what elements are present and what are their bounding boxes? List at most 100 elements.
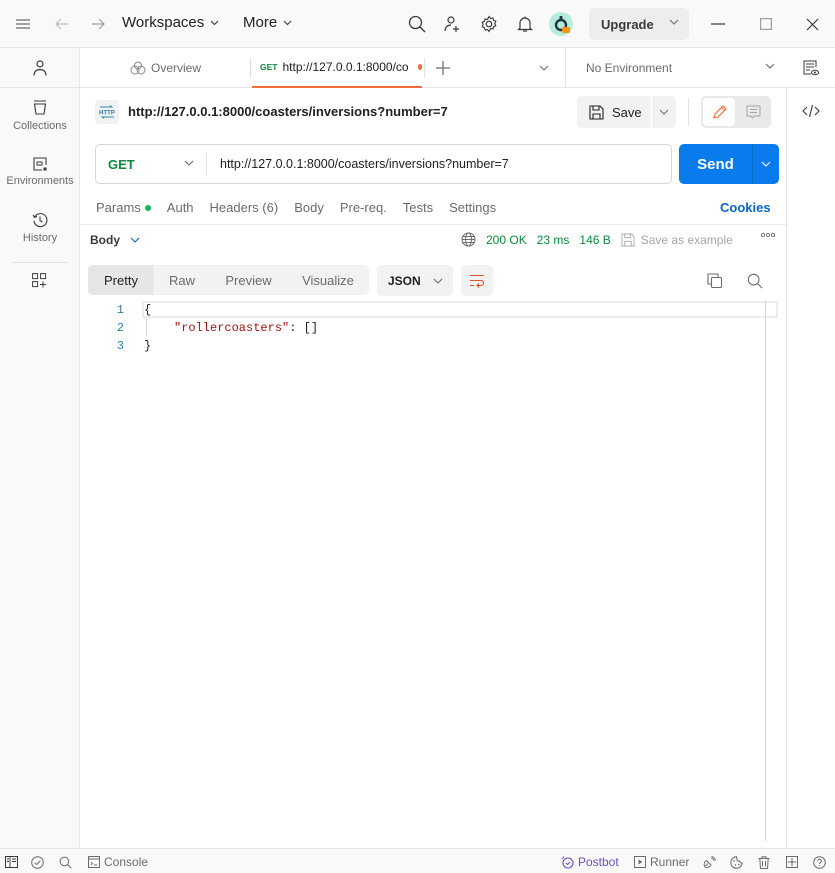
user-avatar[interactable] [549, 12, 573, 36]
copy-button[interactable] [704, 270, 726, 292]
response-section-selector[interactable]: Body [90, 233, 140, 247]
cookies-button[interactable] [730, 854, 743, 870]
environment-quick-look-button[interactable] [803, 48, 819, 88]
url-input[interactable] [220, 145, 660, 183]
response-time[interactable]: 23 ms [537, 233, 570, 247]
environment-quick-look-icon [803, 60, 819, 76]
wrap-lines-button[interactable] [461, 265, 493, 296]
view-tab-preview[interactable]: Preview [210, 265, 287, 295]
minimize-window-icon[interactable] [706, 12, 730, 36]
response-size[interactable]: 146 B [579, 233, 610, 247]
tab-settings[interactable]: Settings [449, 200, 496, 215]
status-bar: Console Postbot Runner [0, 848, 835, 873]
chevron-down-icon [184, 160, 194, 166]
tabs-overflow-button[interactable] [539, 48, 549, 88]
close-window-icon[interactable] [800, 12, 824, 36]
comments-mode-button[interactable] [737, 98, 769, 126]
send-button[interactable]: Send [679, 144, 752, 184]
save-icon [621, 232, 635, 247]
apps-add-icon [32, 273, 47, 288]
tab-auth[interactable]: Auth [167, 200, 194, 215]
save-button[interactable]: Save [577, 96, 651, 128]
sidebar-item-environments[interactable]: Environments [0, 144, 80, 200]
tab-separator [250, 58, 251, 78]
tab-request[interactable]: GET http://127.0.0.1:8000/co [252, 48, 422, 88]
method-selector[interactable]: GET [96, 145, 206, 183]
notifications-bell-icon[interactable] [513, 12, 537, 36]
http-request-icon: HTTP [95, 100, 119, 124]
format-selector[interactable]: JSON [377, 265, 453, 296]
layout-button[interactable] [786, 854, 798, 870]
view-tab-pretty[interactable]: Pretty [88, 265, 154, 295]
maximize-window-icon[interactable] [754, 12, 778, 36]
response-body-editor[interactable]: 1 { 2 "rollercoasters": [] 3 } [88, 300, 778, 845]
menu-icon[interactable] [11, 12, 35, 36]
invite-user-icon[interactable] [441, 12, 465, 36]
back-arrow-icon[interactable] [50, 12, 74, 36]
request-title[interactable]: http://127.0.0.1:8000/coasters/inversion… [128, 104, 448, 119]
more-label: More [243, 14, 278, 31]
trash-button[interactable] [758, 854, 770, 870]
sync-status-button[interactable] [31, 854, 44, 870]
toolbar-separator [688, 98, 689, 126]
find-button[interactable] [59, 854, 72, 870]
account-button[interactable] [0, 48, 79, 88]
tab-pre-request[interactable]: Pre-req. [340, 200, 387, 215]
new-tab-button[interactable] [436, 48, 450, 88]
postbot-icon [561, 856, 574, 869]
response-body-label: Body [90, 233, 120, 247]
code-text: } [144, 339, 152, 353]
tab-method: GET [260, 62, 278, 72]
editor-scrollbar[interactable] [765, 300, 766, 841]
tab-tests[interactable]: Tests [403, 200, 433, 215]
json-value: : [] [289, 321, 319, 335]
forward-arrow-icon[interactable] [86, 12, 110, 36]
tab-label: Settings [449, 200, 497, 215]
sidebar-item-history[interactable]: History [0, 200, 80, 256]
method-separator [206, 153, 207, 175]
view-tab-visualize[interactable]: Visualize [287, 265, 369, 295]
current-line-highlight [142, 301, 778, 318]
json-key: "rollercoasters" [174, 321, 290, 335]
search-response-button[interactable] [744, 270, 766, 292]
tab-overview[interactable]: Overview [130, 48, 201, 88]
view-mode-toggle [701, 96, 771, 128]
cookies-link[interactable]: Cookies [720, 200, 771, 215]
tab-headers[interactable]: Headers (6) [210, 200, 279, 215]
save-label: Save [612, 104, 642, 120]
environment-selector[interactable]: No Environment [565, 48, 785, 88]
more-menu[interactable]: More [243, 14, 292, 31]
code-snippet-button[interactable] [802, 104, 820, 118]
postbot-label: Postbot [578, 855, 619, 869]
tab-params[interactable]: Params [96, 200, 151, 215]
add-workbench-button[interactable] [0, 273, 79, 288]
upgrade-button[interactable]: Upgrade [589, 8, 689, 40]
search-icon[interactable] [405, 12, 429, 36]
help-icon [813, 855, 826, 869]
save-as-example-button[interactable]: Save as example [621, 233, 733, 247]
trash-icon [758, 855, 770, 869]
chevron-down-icon [283, 20, 292, 25]
tab-body[interactable]: Body [294, 200, 324, 215]
toggle-sidebar-button[interactable] [5, 854, 18, 870]
collections-icon [33, 100, 47, 115]
console-button[interactable]: Console [88, 854, 148, 870]
edit-mode-button[interactable] [703, 98, 735, 126]
overview-icon [130, 61, 146, 75]
settings-gear-icon[interactable] [477, 12, 501, 36]
more-options-icon[interactable] [761, 232, 775, 238]
workspaces-menu[interactable]: Workspaces [122, 14, 219, 31]
sidebar-item-collections[interactable]: Collections [0, 88, 80, 144]
globe-icon[interactable] [461, 232, 476, 247]
method-label: GET [108, 156, 135, 172]
send-options-button[interactable] [752, 144, 779, 184]
view-tab-raw[interactable]: Raw [154, 265, 210, 295]
postbot-button[interactable]: Postbot [561, 854, 619, 870]
help-button[interactable] [813, 854, 826, 870]
status-code[interactable]: 200 OK [486, 233, 527, 247]
chevron-down-icon [765, 63, 775, 69]
save-options-button[interactable] [652, 96, 676, 128]
chevron-down-icon [433, 278, 443, 284]
capture-requests-button[interactable] [703, 854, 716, 870]
runner-button[interactable]: Runner [634, 854, 689, 870]
